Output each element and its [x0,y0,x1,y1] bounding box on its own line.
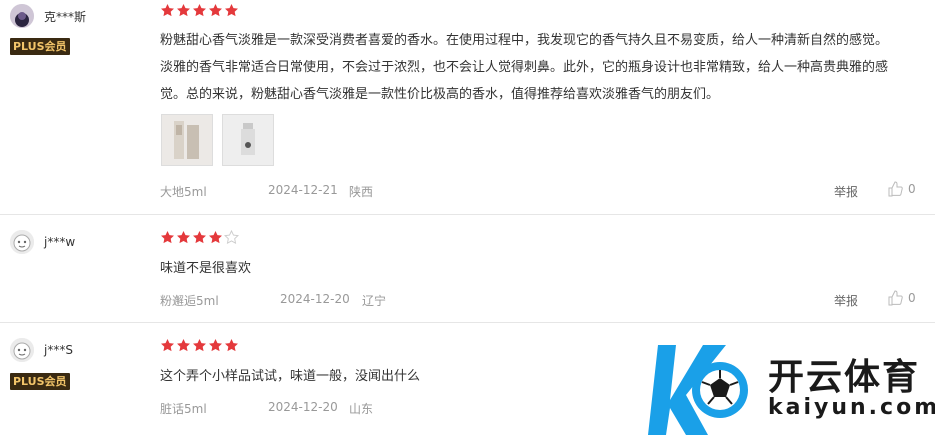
review-text-line: 淡雅的香气非常适合日常使用，不会过于浓烈，也不会让人觉得刺鼻。此外，它的瓶身设计… [160,60,889,75]
review-photo-thumbnail[interactable] [222,114,274,166]
product-variant: 脏话5ml [160,402,207,416]
review-location: 陕西 [349,185,374,199]
like-count: 0 [908,291,916,305]
star-filled-icon [209,3,222,17]
plus-member-badge: PLUS会员 [10,38,70,55]
review-location: 辽宁 [362,294,387,308]
review-text-line: 觉。总的来说，粉魅甜心香气淡雅是一款性价比极高的香水，值得推荐给喜欢淡雅香气的朋… [160,87,720,102]
star-filled-icon [193,338,206,352]
review-item: j***w 味道不是很喜欢 粉邂逅5ml 2024-12-20 辽宁 举报 0 [0,215,935,322]
review-content: 味道不是很喜欢 [160,255,935,282]
username[interactable]: j***w [44,235,75,249]
thumbs-up-icon [888,290,903,306]
watermark-name-cn: 开云体育 [768,357,921,398]
star-empty-icon [224,230,239,245]
star-filled-icon [193,3,206,17]
rating-stars [160,338,239,353]
plus-member-badge: PLUS会员 [10,373,70,390]
like-count: 0 [908,182,916,196]
star-filled-icon [177,3,190,17]
review-date: 2024-12-21 [268,183,338,197]
username[interactable]: j***S [44,343,73,357]
username[interactable]: 克***斯 [44,8,86,25]
thumbs-up-icon [888,181,903,197]
rating-stars [160,230,239,245]
like-button[interactable]: 0 [887,290,916,306]
kaiyun-logo-icon [648,345,748,435]
watermark-name-en: kaiyun.com [768,395,935,420]
review-text-line: 味道不是很喜欢 [160,261,252,276]
star-filled-icon [225,338,238,352]
review-content: 粉魅甜心香气淡雅是一款深受消费者喜爱的香水。在使用过程中，我发现它的香气持久且不… [160,27,935,108]
avatar[interactable] [10,230,34,254]
star-filled-icon [193,230,206,244]
product-variant: 粉邂逅5ml [160,294,219,308]
watermark-logo: 开云体育 kaiyun.com [648,340,935,440]
star-filled-icon [161,338,174,352]
report-link[interactable]: 举报 [834,292,858,309]
avatar[interactable] [10,4,34,28]
rating-stars [160,3,239,18]
avatar[interactable] [10,338,34,362]
like-button[interactable]: 0 [887,181,916,197]
review-date: 2024-12-20 [268,400,338,414]
star-filled-icon [209,338,222,352]
star-filled-icon [177,230,190,244]
review-date: 2024-12-20 [280,292,350,306]
review-text-line: 粉魅甜心香气淡雅是一款深受消费者喜爱的香水。在使用过程中，我发现它的香气持久且不… [160,33,889,48]
review-photo-thumbnail[interactable] [161,114,213,166]
product-variant: 大地5ml [160,185,207,199]
star-filled-icon [161,230,174,244]
star-filled-icon [161,3,174,17]
report-link[interactable]: 举报 [834,183,858,200]
star-filled-icon [225,3,238,17]
star-filled-icon [177,338,190,352]
star-filled-icon [209,230,222,244]
review-location: 山东 [349,402,374,416]
review-item: 克***斯 PLUS会员 粉魅甜心香气淡雅是一款深受消费者喜爱的香水。在使用过程… [0,0,935,214]
